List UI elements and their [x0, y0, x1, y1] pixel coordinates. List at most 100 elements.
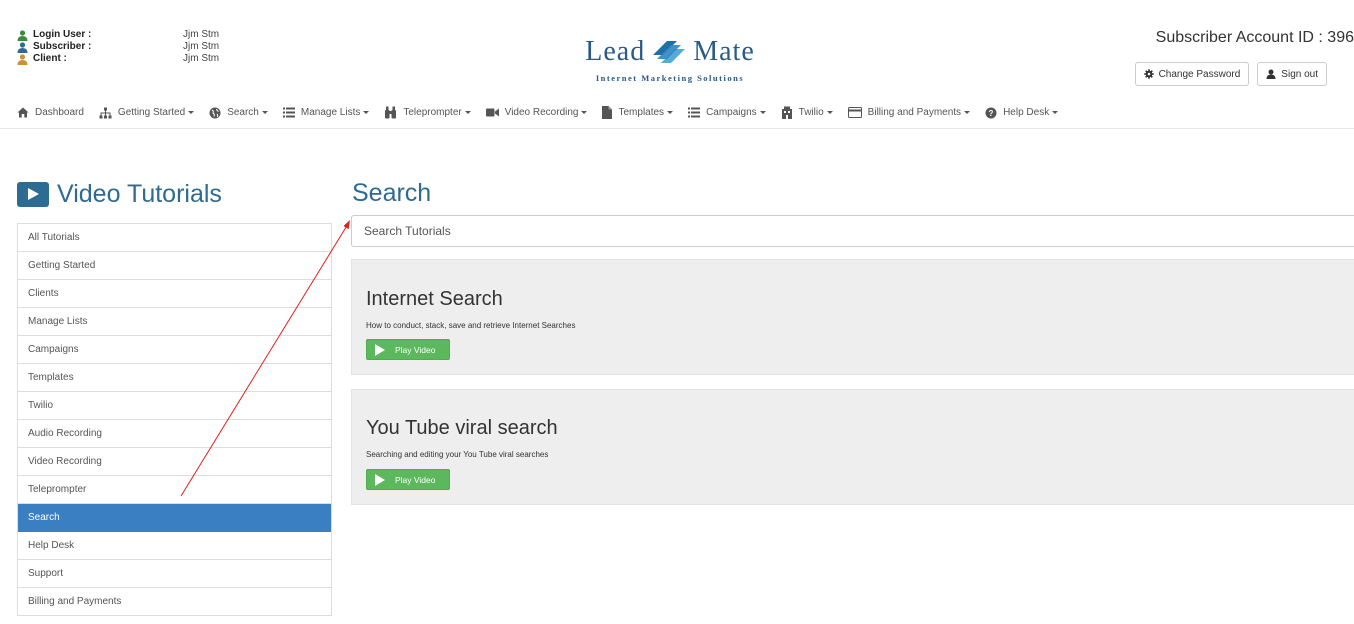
- nav-search[interactable]: Search: [209, 107, 268, 119]
- caret-down-icon: [188, 111, 195, 114]
- search-tutorials-input[interactable]: [352, 216, 1354, 246]
- play-video-label: Play Video: [395, 344, 436, 355]
- nav-label: Teleprompter: [403, 107, 462, 118]
- gear-icon: [1143, 69, 1154, 79]
- sidebar-item-templates[interactable]: Templates: [18, 364, 331, 392]
- sign-out-label: Sign out: [1281, 68, 1318, 80]
- nav-templates[interactable]: Templates: [602, 106, 674, 119]
- sidebar-item-audio-recording[interactable]: Audio Recording: [18, 420, 331, 448]
- caret-down-icon: [581, 111, 588, 114]
- logo-lead-text: Lead: [585, 36, 646, 67]
- sidebar-item-getting-started[interactable]: Getting Started: [18, 252, 331, 280]
- list-icon: [282, 107, 295, 118]
- video-tutorials-heading: Video Tutorials: [17, 180, 222, 209]
- nav-label: Templates: [618, 107, 665, 118]
- nav-label: Help Desk: [1003, 107, 1050, 118]
- nav-label: Manage Lists: [300, 107, 361, 118]
- tutorial-title: You Tube viral search: [366, 417, 558, 439]
- nav-teleprompter[interactable]: Teleprompter: [384, 106, 471, 119]
- client-value: Jjm Stm: [183, 53, 220, 64]
- video-camera-icon: [485, 108, 499, 117]
- tutorial-card: Internet Search How to conduct, stack, s…: [351, 259, 1354, 375]
- caret-down-icon: [759, 111, 766, 114]
- play-icon: [375, 473, 385, 486]
- caret-down-icon: [261, 111, 268, 114]
- search-tutorials-field[interactable]: [351, 215, 1354, 247]
- sidebar-item-video-recording[interactable]: Video Recording: [18, 448, 331, 476]
- tutorial-card: You Tube viral search Searching and edit…: [351, 389, 1354, 505]
- sidebar-item-teleprompter[interactable]: Teleprompter: [18, 476, 331, 504]
- login-user-value: Jjm Stm: [183, 29, 220, 40]
- account-buttons: Change Password Sign out: [1134, 62, 1327, 86]
- nav-label: Twilio: [798, 107, 824, 118]
- login-user-row: Login User : Jjm Stm: [17, 29, 219, 41]
- tutorial-description: How to conduct, stack, save and retrieve…: [366, 321, 576, 330]
- caret-down-icon: [826, 111, 833, 114]
- nav-label: Campaigns: [706, 107, 757, 118]
- home-icon: [17, 107, 29, 118]
- user-icon: [17, 42, 29, 53]
- file-icon: [602, 106, 613, 119]
- sidebar-item-clients[interactable]: Clients: [18, 280, 331, 308]
- nav-label: Billing and Payments: [867, 107, 962, 118]
- sidebar-item-support[interactable]: Support: [18, 560, 331, 588]
- page-title: Search: [352, 179, 432, 207]
- caret-down-icon: [363, 111, 370, 114]
- play-video-button[interactable]: Play Video: [366, 469, 450, 490]
- user-icon: [1266, 69, 1276, 79]
- play-video-button[interactable]: Play Video: [366, 339, 450, 360]
- play-icon: [17, 182, 49, 207]
- sign-out-button[interactable]: Sign out: [1257, 62, 1327, 86]
- caret-down-icon: [464, 111, 471, 114]
- subscriber-value: Jjm Stm: [183, 41, 220, 52]
- nav-label: Getting Started: [117, 107, 186, 118]
- main-nav: Dashboard Getting Started Search Manage …: [0, 97, 1354, 129]
- binoculars-icon: [385, 106, 397, 119]
- svg-text:?: ?: [989, 109, 994, 118]
- nav-help-desk[interactable]: ? Help Desk: [985, 107, 1059, 119]
- nav-label: Search: [227, 107, 259, 118]
- nav-campaigns[interactable]: Campaigns: [688, 107, 766, 118]
- subscriber-row: Subscriber : Jjm Stm: [17, 41, 219, 53]
- logo-mark-icon: [653, 41, 686, 63]
- logo-tagline: Internet Marketing Solutions: [595, 73, 745, 83]
- caret-down-icon: [1052, 111, 1059, 114]
- sidebar-item-search[interactable]: Search: [18, 504, 331, 532]
- sidebar-item-twilio[interactable]: Twilio: [18, 392, 331, 420]
- tutorial-title: Internet Search: [366, 288, 503, 310]
- change-password-label: Change Password: [1158, 68, 1241, 80]
- nav-billing[interactable]: Billing and Payments: [847, 107, 971, 118]
- play-icon: [375, 343, 385, 356]
- caret-down-icon: [667, 111, 674, 114]
- building-icon: [781, 106, 792, 119]
- subscriber-label: Subscriber :: [33, 41, 92, 52]
- globe-icon: [209, 107, 221, 118]
- sidebar-item-all-tutorials[interactable]: All Tutorials: [18, 224, 331, 252]
- subscriber-account-id: Subscriber Account ID : 396: [1155, 29, 1354, 46]
- play-video-label: Play Video: [395, 474, 436, 485]
- sidebar-item-help-desk[interactable]: Help Desk: [18, 532, 331, 560]
- change-password-button[interactable]: Change Password: [1134, 62, 1250, 86]
- nav-getting-started[interactable]: Getting Started: [99, 107, 195, 119]
- nav-label: Dashboard: [35, 107, 84, 118]
- nav-video-recording[interactable]: Video Recording: [485, 107, 588, 118]
- sidebar-item-campaigns[interactable]: Campaigns: [18, 336, 331, 364]
- nav-manage-lists[interactable]: Manage Lists: [282, 107, 370, 118]
- tutorial-description: Searching and editing your You Tube vira…: [366, 450, 549, 459]
- sidebar-item-billing-and-payments[interactable]: Billing and Payments: [18, 588, 331, 616]
- user-info: Login User : Jjm Stm Subscriber : Jjm St…: [17, 29, 219, 65]
- user-icon: [17, 54, 29, 65]
- sidebar-item-manage-lists[interactable]: Manage Lists: [18, 308, 331, 336]
- tutorial-category-list: All Tutorials Getting Started Clients Manag…: [17, 223, 332, 616]
- list-icon: [688, 107, 701, 118]
- login-user-label: Login User :: [33, 29, 92, 40]
- nav-dashboard[interactable]: Dashboard: [17, 107, 84, 118]
- user-icon: [17, 30, 29, 41]
- nav-twilio[interactable]: Twilio: [781, 106, 833, 119]
- credit-card-icon: [847, 107, 862, 118]
- nav-label: Video Recording: [504, 107, 579, 118]
- client-row: Client : Jjm Stm: [17, 53, 219, 65]
- logo-mate-text: Mate: [693, 36, 755, 67]
- video-tutorials-title: Video Tutorials: [57, 180, 222, 208]
- leadmate-logo[interactable]: Lead Mate Internet Marketing Solutions: [560, 35, 780, 91]
